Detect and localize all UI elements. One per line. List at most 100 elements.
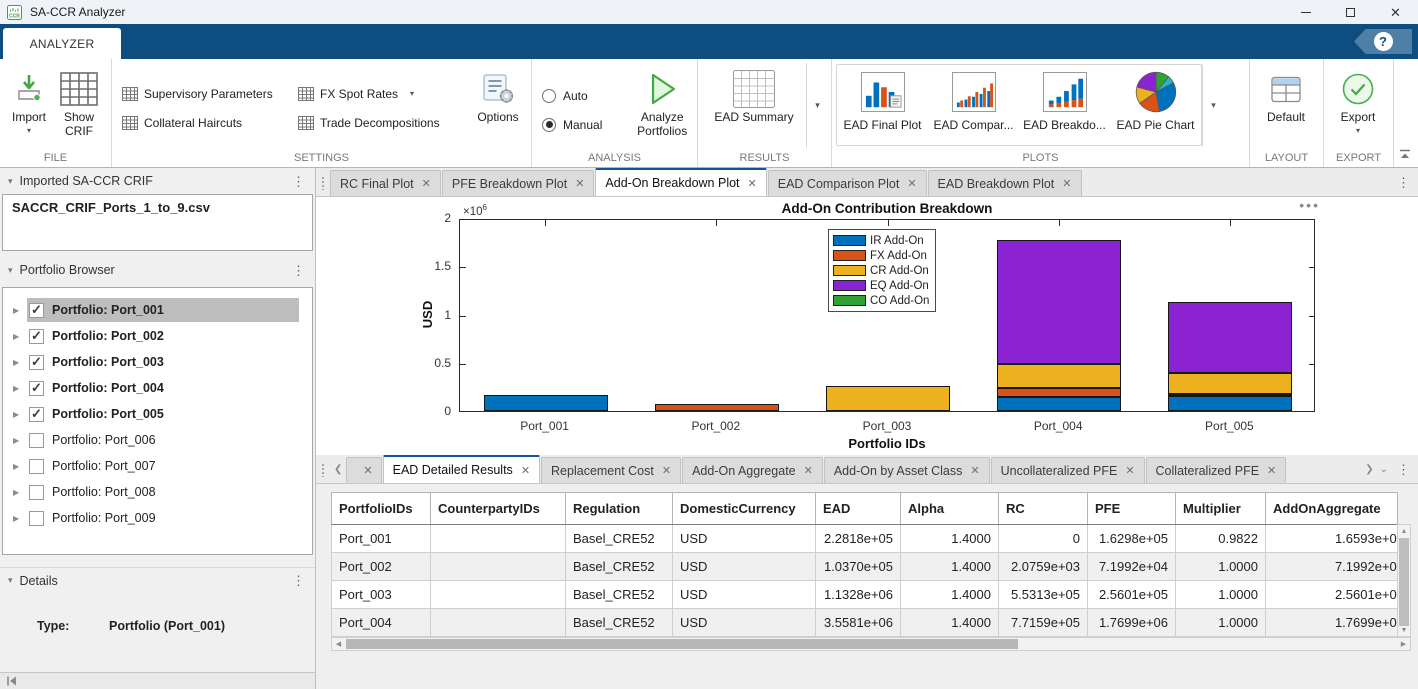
portfolio-tree-item[interactable]: ▶ Portfolio: Port_002 — [3, 323, 312, 349]
expand-arrow-icon[interactable]: ▶ — [13, 436, 29, 445]
figure-tab[interactable]: PFE Breakdown Plot ✕ — [442, 170, 595, 196]
table-cell[interactable]: 1.1328e+06 — [816, 581, 901, 609]
fx-spot-rates-button[interactable]: FX Spot Rates ▾ — [294, 81, 470, 106]
expand-arrow-icon[interactable]: ▶ — [13, 358, 29, 367]
close-icon[interactable]: ✕ — [422, 177, 431, 190]
portfolio-checkbox[interactable] — [29, 381, 44, 396]
figure-tab[interactable]: RC Final Plot ✕ — [330, 170, 441, 196]
table-row[interactable]: Port_003Basel_CRE52USD1.1328e+061.40005.… — [332, 581, 1398, 609]
ead-summary-dropdown[interactable]: ▾ — [806, 63, 828, 148]
collapse-ribbon-button[interactable] — [1399, 148, 1411, 162]
drag-grip-icon[interactable] — [321, 176, 325, 190]
table-cell[interactable]: Basel_CRE52 — [566, 525, 673, 553]
kebab-menu-icon[interactable]: ⋮ — [292, 175, 305, 188]
portfolio-tree-item[interactable]: ▶ Portfolio: Port_009 — [3, 505, 312, 531]
scroll-right-icon[interactable]: ❯ — [1365, 464, 1373, 475]
bar-segment[interactable] — [997, 397, 1121, 411]
bar-segment[interactable] — [1168, 396, 1292, 411]
portfolio-tree-item[interactable]: ▶ Portfolio: Port_008 — [3, 479, 312, 505]
results-tab[interactable]: Collateralized PFE ✕ — [1146, 457, 1287, 483]
table-cell[interactable]: 1.6593e+05 — [1266, 525, 1398, 553]
chevron-down-icon[interactable]: ⌄ — [1380, 464, 1388, 475]
collateral-haircuts-button[interactable]: Collateral Haircuts — [118, 110, 290, 135]
kebab-menu-icon[interactable]: ⋮ — [292, 264, 305, 277]
table-cell[interactable]: 1.4000 — [901, 525, 999, 553]
portfolio-tree-item[interactable]: ▶ Portfolio: Port_007 — [3, 453, 312, 479]
table-cell[interactable] — [431, 525, 566, 553]
column-header[interactable]: Alpha — [901, 493, 999, 525]
default-layout-button[interactable]: Default — [1254, 63, 1318, 148]
table-cell[interactable]: 1.0000 — [1176, 553, 1266, 581]
details-section-header[interactable]: ▾ Details ⋮ — [0, 567, 315, 593]
crif-section-header[interactable]: ▾ Imported SA-CCR CRIF ⋮ — [0, 168, 315, 194]
column-header[interactable]: Regulation — [566, 493, 673, 525]
bar-segment[interactable] — [997, 240, 1121, 364]
column-header[interactable]: AddOnAggregate — [1266, 493, 1398, 525]
minimize-button[interactable] — [1283, 0, 1328, 24]
plot-area[interactable]: IR Add-On FX Add-On CR Add-On — [459, 219, 1315, 412]
column-header[interactable]: RC — [999, 493, 1088, 525]
column-header[interactable]: CounterpartyIDs — [431, 493, 566, 525]
tab-analyzer[interactable]: ANALYZER — [3, 28, 121, 59]
table-cell[interactable] — [431, 581, 566, 609]
portfolio-checkbox[interactable] — [29, 511, 44, 526]
portfolio-browser-header[interactable]: ▾ Portfolio Browser ⋮ — [0, 257, 315, 283]
scrollbar-thumb[interactable] — [346, 639, 1018, 649]
table-cell[interactable]: 7.1992e+04 — [1266, 553, 1398, 581]
plot-gallery-item[interactable]: EAD Breakdo... — [1019, 65, 1110, 145]
table-cell[interactable]: 0 — [999, 525, 1088, 553]
table-cell[interactable] — [431, 609, 566, 637]
table-cell[interactable]: 7.7159e+05 — [999, 609, 1088, 637]
table-cell[interactable]: 5.5313e+05 — [999, 581, 1088, 609]
close-icon[interactable]: ✕ — [804, 464, 813, 477]
table-cell[interactable]: 1.0370e+05 — [816, 553, 901, 581]
close-icon[interactable]: ✕ — [1062, 177, 1071, 190]
portfolio-tree-item[interactable]: ▶ Portfolio: Port_004 — [3, 375, 312, 401]
bar-segment[interactable] — [997, 388, 1121, 397]
import-button[interactable]: Import ▾ — [4, 63, 54, 148]
options-button[interactable]: Options — [472, 63, 524, 148]
column-header[interactable]: Multiplier — [1176, 493, 1266, 525]
trade-decompositions-button[interactable]: Trade Decompositions — [294, 110, 470, 135]
table-cell[interactable]: 1.0000 — [1176, 609, 1266, 637]
ead-summary-button[interactable]: EAD Summary — [702, 63, 806, 148]
column-header[interactable]: EAD — [816, 493, 901, 525]
table-cell[interactable]: 2.5601e+05 — [1088, 581, 1176, 609]
table-cell[interactable]: Port_002 — [332, 553, 431, 581]
close-icon[interactable]: ✕ — [1125, 464, 1134, 477]
scroll-up-icon[interactable]: ▲ — [1398, 525, 1410, 537]
scroll-right-icon[interactable]: ▶ — [1397, 638, 1410, 650]
portfolio-checkbox[interactable] — [29, 459, 44, 474]
bar-segment[interactable] — [1168, 302, 1292, 372]
expand-arrow-icon[interactable]: ▶ — [13, 488, 29, 497]
portfolio-tree-item[interactable]: ▶ Portfolio: Port_003 — [3, 349, 312, 375]
bar-segment[interactable] — [655, 404, 779, 411]
column-header[interactable]: DomesticCurrency — [673, 493, 816, 525]
close-icon[interactable]: ✕ — [970, 464, 979, 477]
kebab-menu-icon[interactable]: ⋮ — [292, 574, 305, 587]
portfolio-checkbox[interactable] — [29, 407, 44, 422]
table-row[interactable]: Port_004Basel_CRE52USD3.5581e+061.40007.… — [332, 609, 1398, 637]
column-header[interactable]: PFE — [1088, 493, 1176, 525]
kebab-menu-icon[interactable]: ⋮ — [1397, 463, 1410, 476]
results-tab[interactable]: Uncollateralized PFE ✕ — [991, 457, 1145, 483]
portfolio-tree-item[interactable]: ▶ Portfolio: Port_005 — [3, 401, 312, 427]
expand-arrow-icon[interactable]: ▶ — [13, 514, 29, 523]
portfolio-tree-item[interactable]: ▶ Portfolio: Port_001 — [3, 297, 312, 323]
column-header[interactable]: PortfolioIDs — [332, 493, 431, 525]
expand-arrow-icon[interactable]: ▶ — [13, 384, 29, 393]
close-icon[interactable]: ✕ — [575, 177, 584, 190]
supervisory-parameters-button[interactable]: Supervisory Parameters — [118, 81, 290, 106]
manual-radio[interactable]: Manual — [542, 112, 625, 137]
table-cell[interactable]: Port_004 — [332, 609, 431, 637]
table-cell[interactable]: Basel_CRE52 — [566, 553, 673, 581]
plot-gallery-item[interactable]: EAD Final Plot — [837, 65, 928, 145]
drag-grip-icon[interactable] — [321, 463, 325, 477]
scroll-left-icon[interactable]: ◀ — [332, 638, 345, 650]
maximize-button[interactable] — [1328, 0, 1373, 24]
expand-arrow-icon[interactable]: ▶ — [13, 332, 29, 341]
plots-gallery-dropdown[interactable]: ▾ — [1202, 64, 1224, 146]
table-cell[interactable]: 1.4000 — [901, 553, 999, 581]
results-tab[interactable]: Replacement Cost ✕ — [541, 457, 681, 483]
close-icon[interactable]: ✕ — [907, 177, 916, 190]
